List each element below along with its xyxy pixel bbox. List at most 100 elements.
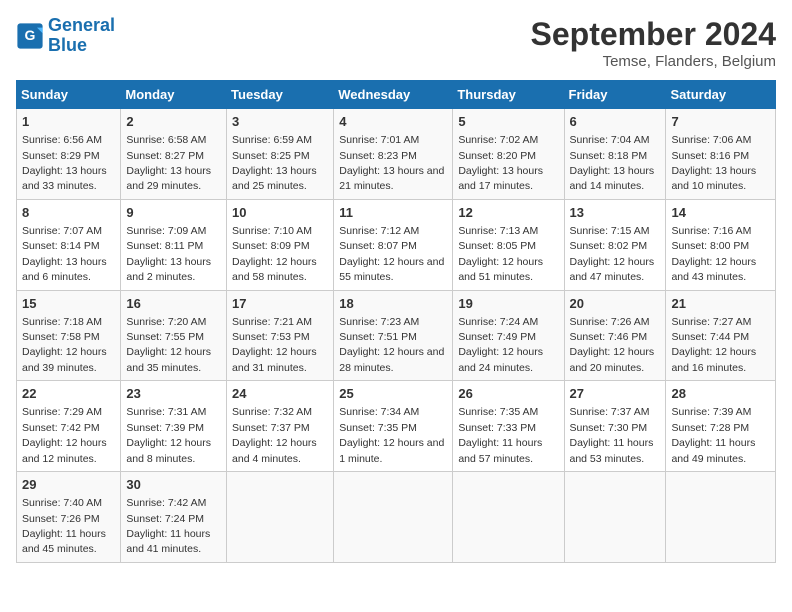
day-number: 30	[126, 476, 221, 494]
logo: G General Blue	[16, 16, 115, 56]
day-number: 6	[570, 113, 661, 131]
calendar-day: 11Sunrise: 7:12 AMSunset: 8:07 PMDayligh…	[334, 199, 453, 290]
day-info: Sunrise: 6:59 AMSunset: 8:25 PMDaylight:…	[232, 134, 317, 192]
header-saturday: Saturday	[666, 81, 776, 109]
day-info: Sunrise: 7:21 AMSunset: 7:53 PMDaylight:…	[232, 316, 317, 374]
day-number: 5	[458, 113, 558, 131]
day-number: 10	[232, 204, 328, 222]
day-number: 1	[22, 113, 115, 131]
day-number: 7	[671, 113, 770, 131]
day-info: Sunrise: 7:13 AMSunset: 8:05 PMDaylight:…	[458, 225, 543, 283]
day-info: Sunrise: 7:42 AMSunset: 7:24 PMDaylight:…	[126, 497, 210, 555]
day-number: 8	[22, 204, 115, 222]
day-info: Sunrise: 6:58 AMSunset: 8:27 PMDaylight:…	[126, 134, 211, 192]
calendar-table: SundayMondayTuesdayWednesdayThursdayFrid…	[16, 80, 776, 563]
day-info: Sunrise: 7:27 AMSunset: 7:44 PMDaylight:…	[671, 316, 756, 374]
calendar-day: 29 Sunrise: 7:40 AMSunset: 7:26 PMDayligh…	[17, 472, 121, 563]
day-number: 24	[232, 385, 328, 403]
day-number: 18	[339, 295, 447, 313]
day-info: Sunrise: 7:34 AMSunset: 7:35 PMDaylight:…	[339, 406, 444, 464]
day-info: Sunrise: 7:06 AMSunset: 8:16 PMDaylight:…	[671, 134, 756, 192]
calendar-day: 12 Sunrise: 7:13 AMSunset: 8:05 PMDayligh…	[453, 199, 564, 290]
calendar-week-row: 8Sunrise: 7:07 AMSunset: 8:14 PMDaylight…	[17, 199, 776, 290]
calendar-day: 7 Sunrise: 7:06 AMSunset: 8:16 PMDaylight…	[666, 109, 776, 200]
day-info: Sunrise: 6:56 AMSunset: 8:29 PMDaylight:…	[22, 134, 107, 192]
day-number: 12	[458, 204, 558, 222]
calendar-day: 14 Sunrise: 7:16 AMSunset: 8:00 PMDayligh…	[666, 199, 776, 290]
calendar-day: 5 Sunrise: 7:02 AMSunset: 8:20 PMDaylight…	[453, 109, 564, 200]
day-number: 22	[22, 385, 115, 403]
day-number: 2	[126, 113, 221, 131]
calendar-day: 15 Sunrise: 7:18 AMSunset: 7:58 PMDayligh…	[17, 290, 121, 381]
header-thursday: Thursday	[453, 81, 564, 109]
calendar-day: 4 Sunrise: 7:01 AMSunset: 8:23 PMDaylight…	[334, 109, 453, 200]
empty-day	[564, 472, 666, 563]
day-number: 9	[126, 204, 221, 222]
day-number: 29	[22, 476, 115, 494]
day-number: 3	[232, 113, 328, 131]
calendar-day: 8Sunrise: 7:07 AMSunset: 8:14 PMDaylight…	[17, 199, 121, 290]
calendar-day: 28 Sunrise: 7:39 AMSunset: 7:28 PMDayligh…	[666, 381, 776, 472]
calendar-week-row: 22 Sunrise: 7:29 AMSunset: 7:42 PMDayligh…	[17, 381, 776, 472]
day-info: Sunrise: 7:18 AMSunset: 7:58 PMDaylight:…	[22, 316, 107, 374]
calendar-day: 25Sunrise: 7:34 AMSunset: 7:35 PMDayligh…	[334, 381, 453, 472]
day-number: 28	[671, 385, 770, 403]
day-info: Sunrise: 7:16 AMSunset: 8:00 PMDaylight:…	[671, 225, 756, 283]
title-block: September 2024 Temse, Flanders, Belgium	[531, 16, 776, 70]
day-info: Sunrise: 7:40 AMSunset: 7:26 PMDaylight:…	[22, 497, 106, 555]
logo-text: General Blue	[48, 16, 115, 56]
day-info: Sunrise: 7:01 AMSunset: 8:23 PMDaylight:…	[339, 134, 444, 192]
calendar-day: 16Sunrise: 7:20 AMSunset: 7:55 PMDayligh…	[121, 290, 227, 381]
header-friday: Friday	[564, 81, 666, 109]
day-number: 20	[570, 295, 661, 313]
empty-day	[334, 472, 453, 563]
sub-title: Temse, Flanders, Belgium	[531, 53, 776, 70]
calendar-day: 10Sunrise: 7:10 AMSunset: 8:09 PMDayligh…	[227, 199, 334, 290]
day-info: Sunrise: 7:32 AMSunset: 7:37 PMDaylight:…	[232, 406, 317, 464]
logo-line1: General	[48, 15, 115, 35]
calendar-day: 24 Sunrise: 7:32 AMSunset: 7:37 PMDayligh…	[227, 381, 334, 472]
calendar-day: 30 Sunrise: 7:42 AMSunset: 7:24 PMDayligh…	[121, 472, 227, 563]
day-number: 27	[570, 385, 661, 403]
day-number: 4	[339, 113, 447, 131]
day-number: 14	[671, 204, 770, 222]
day-number: 16	[126, 295, 221, 313]
calendar-week-row: 1 Sunrise: 6:56 AMSunset: 8:29 PMDaylight…	[17, 109, 776, 200]
calendar-day: 13Sunrise: 7:15 AMSunset: 8:02 PMDayligh…	[564, 199, 666, 290]
calendar-day: 26Sunrise: 7:35 AMSunset: 7:33 PMDayligh…	[453, 381, 564, 472]
svg-text:G: G	[25, 27, 36, 43]
header: G General Blue September 2024 Temse, Fla…	[16, 16, 776, 70]
calendar-header-row: SundayMondayTuesdayWednesdayThursdayFrid…	[17, 81, 776, 109]
day-info: Sunrise: 7:26 AMSunset: 7:46 PMDaylight:…	[570, 316, 655, 374]
day-info: Sunrise: 7:15 AMSunset: 8:02 PMDaylight:…	[570, 225, 655, 283]
header-tuesday: Tuesday	[227, 81, 334, 109]
calendar-day: 1 Sunrise: 6:56 AMSunset: 8:29 PMDaylight…	[17, 109, 121, 200]
header-monday: Monday	[121, 81, 227, 109]
calendar-week-row: 29 Sunrise: 7:40 AMSunset: 7:26 PMDayligh…	[17, 472, 776, 563]
header-sunday: Sunday	[17, 81, 121, 109]
main-title: September 2024	[531, 16, 776, 53]
day-info: Sunrise: 7:35 AMSunset: 7:33 PMDaylight:…	[458, 406, 542, 464]
calendar-day: 27Sunrise: 7:37 AMSunset: 7:30 PMDayligh…	[564, 381, 666, 472]
day-info: Sunrise: 7:31 AMSunset: 7:39 PMDaylight:…	[126, 406, 211, 464]
day-info: Sunrise: 7:02 AMSunset: 8:20 PMDaylight:…	[458, 134, 543, 192]
day-number: 11	[339, 204, 447, 222]
day-info: Sunrise: 7:04 AMSunset: 8:18 PMDaylight:…	[570, 134, 655, 192]
header-wednesday: Wednesday	[334, 81, 453, 109]
empty-day	[453, 472, 564, 563]
day-number: 21	[671, 295, 770, 313]
calendar-day: 3 Sunrise: 6:59 AMSunset: 8:25 PMDaylight…	[227, 109, 334, 200]
calendar-day: 17Sunrise: 7:21 AMSunset: 7:53 PMDayligh…	[227, 290, 334, 381]
calendar-day: 9Sunrise: 7:09 AMSunset: 8:11 PMDaylight…	[121, 199, 227, 290]
logo-icon: G	[16, 22, 44, 50]
calendar-day: 6 Sunrise: 7:04 AMSunset: 8:18 PMDaylight…	[564, 109, 666, 200]
calendar-day: 21 Sunrise: 7:27 AMSunset: 7:44 PMDayligh…	[666, 290, 776, 381]
day-info: Sunrise: 7:29 AMSunset: 7:42 PMDaylight:…	[22, 406, 107, 464]
calendar-day: 22 Sunrise: 7:29 AMSunset: 7:42 PMDayligh…	[17, 381, 121, 472]
day-info: Sunrise: 7:39 AMSunset: 7:28 PMDaylight:…	[671, 406, 755, 464]
logo-line2: Blue	[48, 35, 87, 55]
calendar-day: 18Sunrise: 7:23 AMSunset: 7:51 PMDayligh…	[334, 290, 453, 381]
empty-day	[227, 472, 334, 563]
day-number: 15	[22, 295, 115, 313]
calendar-day: 20 Sunrise: 7:26 AMSunset: 7:46 PMDayligh…	[564, 290, 666, 381]
